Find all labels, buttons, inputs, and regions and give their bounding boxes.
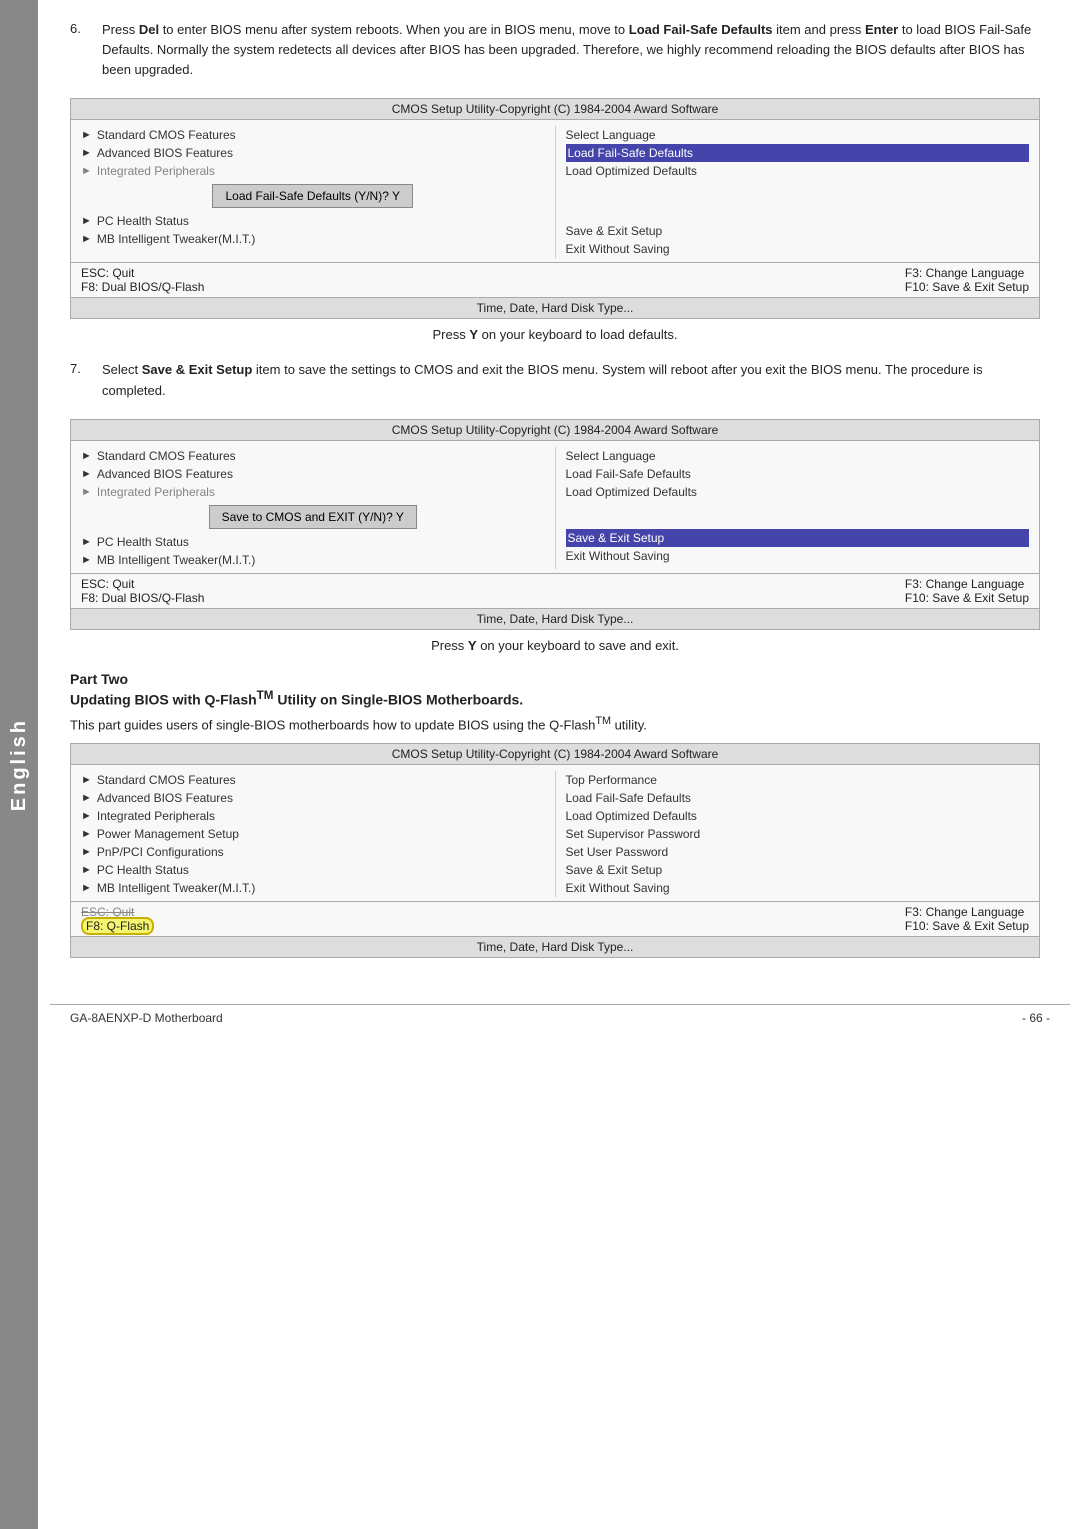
bios1-footer-left: ESC: Quit F8: Dual BIOS/Q-Flash — [81, 266, 204, 294]
bios3-footer: ESC: Quit F8: Q-Flash F3: Change Languag… — [71, 901, 1039, 936]
part-two-title: Updating BIOS with Q-FlashTM Utility on … — [70, 689, 1040, 708]
bios3-left-item-4: ►PnP/PCI Configurations — [81, 843, 545, 861]
bios3-right: Top Performance Load Fail-Safe Defaults … — [556, 771, 1040, 897]
bios1-right-item-1: Load Fail-Safe Defaults — [566, 144, 1030, 162]
step-7-text: Select Save & Exit Setup item to save th… — [102, 360, 1040, 400]
caption-1: Press Y on your keyboard to load default… — [70, 327, 1040, 342]
bios1-left-item-2: ►Integrated Peripherals — [81, 162, 545, 180]
bios2-right-item-2: Load Optimized Defaults — [566, 483, 1030, 501]
bios3-footer-right: F3: Change Language F10: Save & Exit Set… — [905, 905, 1029, 933]
bios3-right-item-1: Load Fail-Safe Defaults — [566, 789, 1030, 807]
bios3-left-item-5: ►PC Health Status — [81, 861, 545, 879]
step-6: 6. Press Del to enter BIOS menu after sy… — [70, 20, 1040, 80]
bios1-body: ►Standard CMOS Features ►Advanced BIOS F… — [71, 120, 1039, 262]
bios1-right: Select Language Load Fail-Safe Defaults … — [556, 126, 1040, 258]
bios2-right-item-0: Select Language — [566, 447, 1030, 465]
bios2-dialog-row: Save to CMOS and EXIT (Y/N)? Y — [81, 503, 545, 531]
bios2-right-item-6: Exit Without Saving — [566, 547, 1030, 565]
bios3-right-item-2: Load Optimized Defaults — [566, 807, 1030, 825]
bios2-esc: ESC: Quit — [81, 577, 204, 591]
bios1-left-item-6: ►MB Intelligent Tweaker(M.I.T.) — [81, 230, 545, 248]
bios2-footer: ESC: Quit F8: Dual BIOS/Q-Flash F3: Chan… — [71, 573, 1039, 608]
bios1-left-item-0: ►Standard CMOS Features — [81, 126, 545, 144]
bios3-title: CMOS Setup Utility-Copyright (C) 1984-20… — [71, 744, 1039, 765]
bios1-left-item-1: ►Advanced BIOS Features — [81, 144, 545, 162]
bios3-right-item-4: Set User Password — [566, 843, 1030, 861]
bios1-f3: F3: Change Language — [905, 266, 1029, 280]
bios3-body: ►Standard CMOS Features ►Advanced BIOS F… — [71, 765, 1039, 901]
footer-right: - 66 - — [1022, 1011, 1050, 1025]
bios1-left-item-5: ►PC Health Status — [81, 212, 545, 230]
caption-2: Press Y on your keyboard to save and exi… — [70, 638, 1040, 653]
bios1-f8: F8: Dual BIOS/Q-Flash — [81, 280, 204, 294]
bios3-left-item-3: ►Power Management Setup — [81, 825, 545, 843]
step-6-text: Press Del to enter BIOS menu after syste… — [102, 20, 1040, 80]
bios3-bottom: Time, Date, Hard Disk Type... — [71, 936, 1039, 957]
step-6-number: 6. — [70, 20, 92, 80]
bios1-bottom: Time, Date, Hard Disk Type... — [71, 297, 1039, 318]
bios1-dialog-row: Load Fail-Safe Defaults (Y/N)? Y — [81, 182, 545, 210]
sidebar-label: English — [8, 718, 31, 811]
bios3-right-item-0: Top Performance — [566, 771, 1030, 789]
bios1-right-item-5: Save & Exit Setup — [566, 222, 1030, 240]
bios3-left-item-1: ►Advanced BIOS Features — [81, 789, 545, 807]
bios1-dialog: Load Fail-Safe Defaults (Y/N)? Y — [212, 184, 413, 208]
bios2-left-item-1: ►Advanced BIOS Features — [81, 465, 545, 483]
part-two-desc: This part guides users of single-BIOS mo… — [70, 715, 1040, 732]
bios1-footer-right: F3: Change Language F10: Save & Exit Set… — [905, 266, 1029, 294]
sidebar-english: English — [0, 0, 38, 1529]
page-footer: GA-8AENXP-D Motherboard - 66 - — [50, 1004, 1070, 1031]
bios3-right-item-3: Set Supervisor Password — [566, 825, 1030, 843]
bios1-f10: F10: Save & Exit Setup — [905, 280, 1029, 294]
bios2-bottom: Time, Date, Hard Disk Type... — [71, 608, 1039, 629]
bios1-right-item-0: Select Language — [566, 126, 1030, 144]
bios2-right-item-5: Save & Exit Setup — [566, 529, 1030, 547]
bios2-footer-right: F3: Change Language F10: Save & Exit Set… — [905, 577, 1029, 605]
bios2-f10: F10: Save & Exit Setup — [905, 591, 1029, 605]
part-two-heading: Part Two — [70, 671, 1040, 687]
bios1-title: CMOS Setup Utility-Copyright (C) 1984-20… — [71, 99, 1039, 120]
bios3-left-item-6: ►MB Intelligent Tweaker(M.I.T.) — [81, 879, 545, 897]
bios3-left-item-2: ►Integrated Peripherals — [81, 807, 545, 825]
bios2-dialog: Save to CMOS and EXIT (Y/N)? Y — [209, 505, 417, 529]
bios3-right-item-5: Save & Exit Setup — [566, 861, 1030, 879]
bios2-right-item-1: Load Fail-Safe Defaults — [566, 465, 1030, 483]
bios1-right-item-2: Load Optimized Defaults — [566, 162, 1030, 180]
step-7-number: 7. — [70, 360, 92, 400]
bios2-left: ►Standard CMOS Features ►Advanced BIOS F… — [71, 447, 556, 569]
bios2-left-item-2: ►Integrated Peripherals — [81, 483, 545, 501]
bios1-left: ►Standard CMOS Features ►Advanced BIOS F… — [71, 126, 556, 258]
bios2-left-item-5: ►PC Health Status — [81, 533, 545, 551]
bios2-right: Select Language Load Fail-Safe Defaults … — [556, 447, 1040, 569]
bios1-right-item-6: Exit Without Saving — [566, 240, 1030, 258]
bios1-esc: ESC: Quit — [81, 266, 204, 280]
bios3-f3: F3: Change Language — [905, 905, 1029, 919]
bios2-body: ►Standard CMOS Features ►Advanced BIOS F… — [71, 441, 1039, 573]
bios2-title: CMOS Setup Utility-Copyright (C) 1984-20… — [71, 420, 1039, 441]
bios3-left-item-0: ►Standard CMOS Features — [81, 771, 545, 789]
bios2-left-item-6: ►MB Intelligent Tweaker(M.I.T.) — [81, 551, 545, 569]
bios3-footer-left: ESC: Quit F8: Q-Flash — [81, 905, 154, 933]
bios2-f3: F3: Change Language — [905, 577, 1029, 591]
bios3-right-item-6: Exit Without Saving — [566, 879, 1030, 897]
bios2-f8: F8: Dual BIOS/Q-Flash — [81, 591, 204, 605]
step-7: 7. Select Save & Exit Setup item to save… — [70, 360, 1040, 400]
bios3-f8: F8: Q-Flash — [81, 919, 154, 933]
bios3-f10: F10: Save & Exit Setup — [905, 919, 1029, 933]
bios-screen-2: CMOS Setup Utility-Copyright (C) 1984-20… — [70, 419, 1040, 630]
footer-left: GA-8AENXP-D Motherboard — [70, 1011, 223, 1025]
bios-screen-3: CMOS Setup Utility-Copyright (C) 1984-20… — [70, 743, 1040, 958]
bios2-footer-left: ESC: Quit F8: Dual BIOS/Q-Flash — [81, 577, 204, 605]
bios1-footer: ESC: Quit F8: Dual BIOS/Q-Flash F3: Chan… — [71, 262, 1039, 297]
bios2-left-item-0: ►Standard CMOS Features — [81, 447, 545, 465]
bios3-left: ►Standard CMOS Features ►Advanced BIOS F… — [71, 771, 556, 897]
bios-screen-1: CMOS Setup Utility-Copyright (C) 1984-20… — [70, 98, 1040, 319]
